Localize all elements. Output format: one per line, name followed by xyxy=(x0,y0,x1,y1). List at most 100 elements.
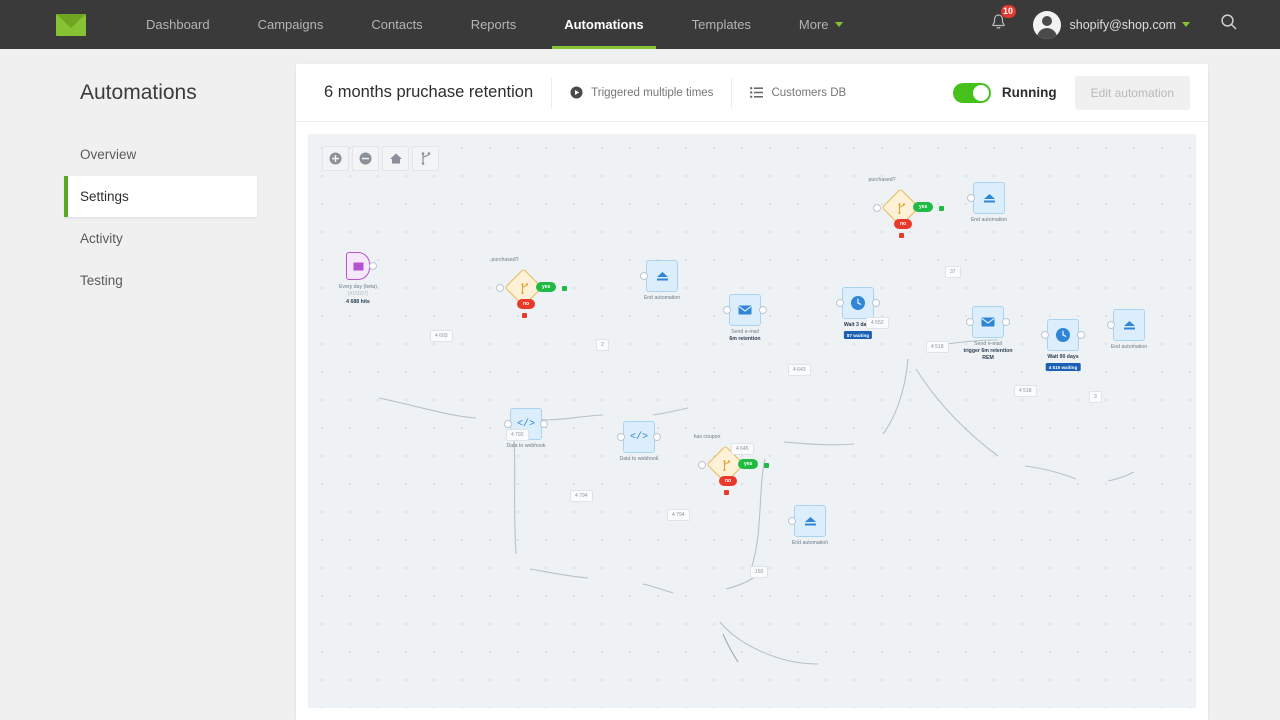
node-trigger-every-day[interactable]: Every day (beta) (#15027) 4 688 hits xyxy=(346,252,370,280)
minus-circle-icon xyxy=(359,152,372,165)
nav-item-campaigns[interactable]: Campaigns xyxy=(234,0,348,49)
nav-item-contacts[interactable]: Contacts xyxy=(347,0,446,49)
flow-edges xyxy=(308,134,1196,708)
notifications-button[interactable]: 10 xyxy=(990,13,1007,36)
plus-circle-icon xyxy=(329,152,342,165)
fit-tree-button[interactable] xyxy=(412,146,439,171)
port-in[interactable] xyxy=(617,433,625,441)
email-box[interactable] xyxy=(972,306,1004,338)
port-in[interactable] xyxy=(966,318,974,326)
branch-pill-yes[interactable]: yes xyxy=(536,282,556,292)
nav-label: Automations xyxy=(564,17,643,32)
nav-label: More xyxy=(799,17,829,32)
port-out[interactable] xyxy=(1002,318,1010,326)
zoom-in-button[interactable] xyxy=(322,146,349,171)
node-end-automation-1[interactable]: End automation xyxy=(646,260,678,292)
notification-count-badge: 10 xyxy=(1001,5,1016,18)
sidebar-item-activity[interactable]: Activity xyxy=(64,218,257,259)
clock-icon xyxy=(850,295,866,311)
port-yes-out[interactable] xyxy=(562,286,567,291)
port-out[interactable] xyxy=(759,306,767,314)
nav-label: Campaigns xyxy=(258,17,324,32)
sidebar-menu: Overview Settings Activity Testing xyxy=(64,134,257,302)
email-box[interactable] xyxy=(729,294,761,326)
port-yes-out[interactable] xyxy=(939,206,944,211)
end-box[interactable] xyxy=(646,260,678,292)
branch-pill-yes[interactable]: yes xyxy=(913,202,933,212)
branch-pill-yes[interactable]: yes xyxy=(738,459,758,469)
port-out[interactable] xyxy=(1077,331,1085,339)
sidebar-item-settings[interactable]: Settings xyxy=(64,176,257,217)
trigger-mode-meta[interactable]: Triggered multiple times xyxy=(570,86,713,99)
node-end-automation-4[interactable]: End automation xyxy=(1113,309,1145,341)
branch-pill-no[interactable]: no xyxy=(719,476,737,486)
waiting-badge: 4 515 waiting xyxy=(1046,363,1081,371)
audience-label: Customers DB xyxy=(771,87,846,99)
node-send-email-6m-retention[interactable]: Send e-mail 6m retention xyxy=(729,294,761,326)
nav-item-reports[interactable]: Reports xyxy=(447,0,541,49)
node-end-automation-2[interactable]: End automation xyxy=(794,505,826,537)
node-wait-3-days[interactable]: Wait 3 days 87 waiting xyxy=(842,287,874,319)
port-in[interactable] xyxy=(723,306,731,314)
home-button[interactable] xyxy=(382,146,409,171)
port-out[interactable] xyxy=(872,299,880,307)
user-menu-chevron-down-icon[interactable] xyxy=(1182,22,1190,27)
edit-automation-button[interactable]: Edit automation xyxy=(1075,76,1190,110)
nav-item-more[interactable]: More xyxy=(775,0,867,49)
automation-flow-canvas[interactable]: Every day (beta) (#15027) 4 688 hits pur… xyxy=(308,134,1196,708)
search-button[interactable] xyxy=(1220,13,1238,36)
branch-pill-no[interactable]: no xyxy=(517,299,535,309)
port-no-out[interactable] xyxy=(899,233,904,238)
port-in[interactable] xyxy=(1041,331,1049,339)
home-icon xyxy=(389,152,403,165)
edge-label: 150 xyxy=(750,566,768,578)
port-in[interactable] xyxy=(788,517,796,525)
port-in[interactable] xyxy=(1107,321,1115,329)
audience-meta[interactable]: Customers DB xyxy=(750,87,846,99)
port-in[interactable] xyxy=(967,194,975,202)
sidebar-item-label: Settings xyxy=(80,189,129,204)
running-toggle[interactable] xyxy=(953,83,991,103)
port-out[interactable] xyxy=(653,433,661,441)
port-in[interactable] xyxy=(640,272,648,280)
nav-item-automations[interactable]: Automations xyxy=(540,0,667,49)
port-yes-out[interactable] xyxy=(764,463,769,468)
webhook-box[interactable]: </> xyxy=(623,421,655,453)
sidebar-item-testing[interactable]: Testing xyxy=(64,260,257,301)
node-wait-90-days[interactable]: Wait 90 days 4 515 waiting xyxy=(1047,319,1079,351)
end-box[interactable] xyxy=(794,505,826,537)
nav-label: Templates xyxy=(692,17,751,32)
branch-pill-no[interactable]: no xyxy=(894,219,912,229)
user-email-label[interactable]: shopify@shop.com xyxy=(1070,18,1177,32)
zoom-out-button[interactable] xyxy=(352,146,379,171)
sidebar-item-overview[interactable]: Overview xyxy=(64,134,257,175)
port-in[interactable] xyxy=(496,284,504,292)
sidebar-item-label: Activity xyxy=(80,231,123,246)
node-end-automation-3[interactable]: End automation xyxy=(973,182,1005,214)
nav-label: Reports xyxy=(471,17,517,32)
port-in[interactable] xyxy=(698,461,706,469)
wait-box[interactable] xyxy=(842,287,874,319)
port-out[interactable] xyxy=(540,420,548,428)
port-no-out[interactable] xyxy=(522,313,527,318)
nav-item-templates[interactable]: Templates xyxy=(668,0,775,49)
avatar[interactable] xyxy=(1033,11,1061,39)
trigger-mode-label: Triggered multiple times xyxy=(591,87,713,99)
node-send-email-rem[interactable]: Send e-mail trigger 6m retention REM xyxy=(972,306,1004,338)
end-box[interactable] xyxy=(1113,309,1145,341)
end-box[interactable] xyxy=(973,182,1005,214)
port-in[interactable] xyxy=(873,204,881,212)
nav-item-dashboard[interactable]: Dashboard xyxy=(122,0,234,49)
wait-box[interactable] xyxy=(1047,319,1079,351)
trigger-shape[interactable] xyxy=(346,252,370,280)
port-out[interactable] xyxy=(369,262,377,270)
port-in[interactable] xyxy=(836,299,844,307)
port-in[interactable] xyxy=(504,420,512,428)
port-no-out[interactable] xyxy=(724,490,729,495)
play-circle-icon xyxy=(570,86,583,99)
waiting-badge: 87 waiting xyxy=(844,331,872,339)
brand-logo-icon[interactable] xyxy=(56,14,86,36)
top-navigation-bar: Dashboard Campaigns Contacts Reports Aut… xyxy=(0,0,1280,49)
node-data-to-webhook-2[interactable]: </> Data to webhook xyxy=(623,421,655,453)
envelope-icon xyxy=(738,305,752,315)
